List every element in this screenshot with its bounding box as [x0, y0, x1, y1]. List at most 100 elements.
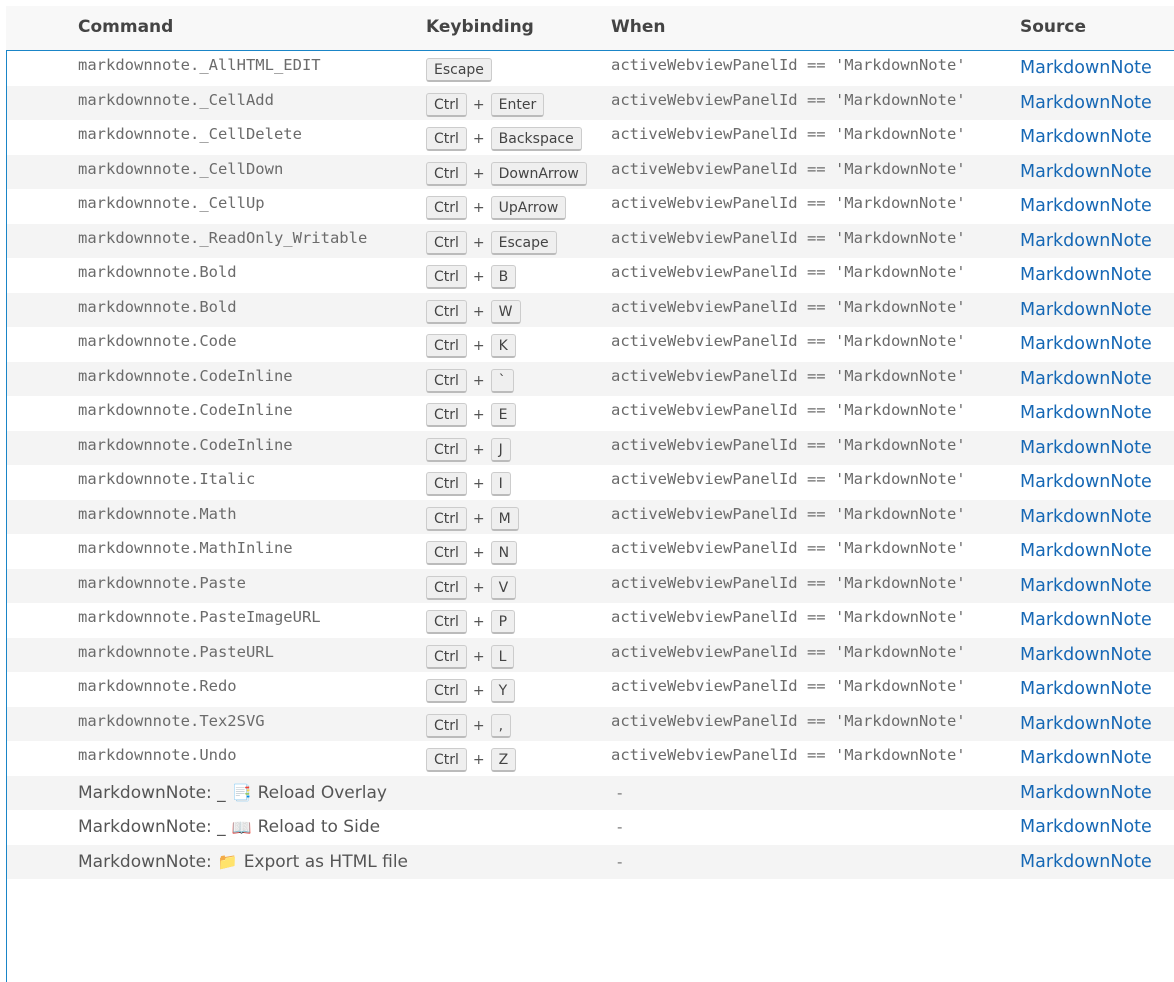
key-separator: + [472, 717, 485, 734]
table-row[interactable]: markdownnote.Paste Ctrl + V activeWebviewPan… [7, 568, 1174, 604]
command-cell: markdownnote.PasteURL [78, 638, 274, 673]
key-cap: Ctrl [426, 265, 467, 290]
table-row[interactable]: MarkdownNote: _ 📑 Reload Overlay - MarkdownN… [7, 775, 1174, 810]
source-link[interactable]: MarkdownNote [1020, 817, 1152, 837]
source-link[interactable]: MarkdownNote [1020, 438, 1152, 458]
table-row[interactable]: markdownnote.Redo Ctrl + YactiveWebviewPane… [7, 672, 1174, 707]
key-separator: + [472, 648, 485, 665]
key-separator: + [472, 234, 485, 251]
table-row[interactable]: markdownnote.Code Ctrl + KactiveWebviewPane… [7, 327, 1174, 362]
when-clause: activeWebviewPanelId == 'MarkdownNote' [611, 366, 966, 385]
table-row[interactable]: markdownnote._CellDelete Ctrl + Backspace ac… [7, 120, 1174, 155]
source-cell: MarkdownNote [1020, 845, 1152, 880]
table-row[interactable]: markdownnote.Tex2SVG Ctrl +, activeWebviewP… [7, 706, 1174, 742]
header-keybinding[interactable]: Keybinding [426, 17, 534, 37]
table-row[interactable]: markdownnote.CodeInline Ctrl + JactiveWebvi… [7, 430, 1174, 466]
when-cell: activeWebviewPanelId == 'MarkdownNote' [611, 638, 966, 673]
key-separator: + [472, 200, 485, 217]
table-row[interactable]: MarkdownNote: 📁 Export as HTML file - Markdo… [7, 844, 1174, 880]
source-cell: MarkdownNote [1020, 707, 1152, 742]
command-id: markdownnote._AllHTML_EDIT [78, 56, 321, 75]
when-cell: activeWebviewPanelId == 'MarkdownNote' [611, 258, 966, 293]
command-cell: markdownnote.Italic [78, 465, 255, 500]
table-row[interactable]: markdownnote._CellDown Ctrl + DownArrow acti… [7, 154, 1174, 189]
keybinding-cell: Ctrl + E [426, 396, 516, 431]
table-row[interactable]: markdownnote.CodeInline Ctrl + EactiveWebvi… [7, 396, 1174, 431]
source-link[interactable]: MarkdownNote [1020, 783, 1152, 803]
key-separator: + [472, 338, 485, 355]
source-link[interactable]: MarkdownNote [1020, 162, 1152, 182]
source-cell: MarkdownNote [1020, 293, 1152, 328]
table-row[interactable]: markdownnote._CellUp Ctrl + UpArrow activeWe… [7, 189, 1174, 224]
command-label: Export as HTML file [243, 851, 409, 872]
table-row[interactable]: markdownnote.Bold Ctrl + WactiveWebviewPane… [7, 292, 1174, 328]
source-link[interactable]: MarkdownNote [1020, 300, 1152, 320]
source-link[interactable]: MarkdownNote [1020, 334, 1152, 354]
when-clause: activeWebviewPanelId == 'MarkdownNote' [611, 56, 966, 75]
table-row[interactable]: markdownnote.Math Ctrl + MactiveWebviewPane… [7, 499, 1174, 535]
when-clause: activeWebviewPanelId == 'MarkdownNote' [611, 90, 966, 109]
when-cell: activeWebviewPanelId == 'MarkdownNote' [611, 431, 966, 466]
keybinding-cell: Ctrl + L [426, 638, 515, 673]
header-source[interactable]: Source [1020, 17, 1086, 37]
source-link[interactable]: MarkdownNote [1020, 472, 1152, 492]
key-cap: Ctrl [426, 437, 467, 462]
source-link[interactable]: MarkdownNote [1020, 576, 1152, 596]
table-row[interactable]: markdownnote.MathInline Ctrl + NactiveWebvi… [7, 534, 1174, 569]
source-link[interactable]: MarkdownNote [1020, 127, 1152, 147]
key-cap: B [490, 265, 517, 290]
table-row[interactable]: markdownnote._AllHTML_EDIT Escape activeWe… [7, 51, 1174, 86]
source-link[interactable]: MarkdownNote [1020, 196, 1152, 216]
source-link[interactable]: MarkdownNote [1020, 852, 1152, 872]
source-link[interactable]: MarkdownNote [1020, 714, 1152, 734]
when-cell: activeWebviewPanelId == 'MarkdownNote' [611, 569, 966, 604]
command-id: markdownnote._CellAdd [78, 90, 274, 109]
table-row[interactable]: markdownnote._CellAdd Ctrl + Enter activeWeb… [7, 85, 1174, 121]
source-link[interactable]: MarkdownNote [1020, 403, 1152, 423]
source-link[interactable]: MarkdownNote [1020, 541, 1152, 561]
command-cell: markdownnote._AllHTML_EDIT [78, 51, 321, 86]
table-row[interactable]: markdownnote.CodeInline Ctrl + ` activeWebvi… [7, 361, 1174, 397]
source-link[interactable]: MarkdownNote [1020, 93, 1152, 113]
when-cell: activeWebviewPanelId == 'MarkdownNote' [611, 51, 966, 86]
source-link[interactable]: MarkdownNote [1020, 645, 1152, 665]
command-id: markdownnote.Paste [78, 573, 246, 592]
when-clause: - [617, 818, 623, 837]
header-when[interactable]: When [611, 17, 666, 37]
table-row[interactable]: markdownnote.Bold Ctrl + BactiveWebviewPane… [7, 258, 1174, 293]
keybinding-cell: Ctrl + W [426, 293, 521, 328]
keybinding-cell: Ctrl + V [426, 569, 517, 604]
key-separator: + [472, 96, 485, 113]
command-label: Reload to Side [257, 817, 381, 838]
source-link[interactable]: MarkdownNote [1020, 610, 1152, 630]
table-row[interactable]: MarkdownNote: _ 📖 Reload to Side - MarkdownN… [7, 810, 1174, 845]
table-row[interactable]: markdownnote.PasteURL Ctrl + L activeWebview… [7, 637, 1174, 673]
table-row[interactable]: markdownnote._ReadOnly_Writable Ctrl + Esca… [7, 223, 1174, 258]
source-link[interactable]: MarkdownNote [1020, 265, 1152, 285]
key-cap: Ctrl [426, 196, 467, 221]
when-cell: - [611, 845, 622, 880]
keybinding-cell: Ctrl + ` [426, 362, 514, 397]
when-cell: activeWebviewPanelId == 'MarkdownNote' [611, 189, 966, 224]
table-row[interactable]: markdownnote.Undo Ctrl + ZactiveWebviewPane… [7, 741, 1174, 776]
command-cell: markdownnote.PasteImageURL [78, 603, 321, 638]
source-link[interactable]: MarkdownNote [1020, 507, 1152, 527]
source-link[interactable]: MarkdownNote [1020, 369, 1152, 389]
key-cap: , [490, 713, 512, 738]
table-row[interactable]: markdownnote.Italic Ctrl + IactiveWebviewPa… [7, 465, 1174, 500]
keybinding-cell: Ctrl + M [426, 500, 519, 535]
source-link[interactable]: MarkdownNote [1020, 679, 1152, 699]
source-link[interactable]: MarkdownNote [1020, 748, 1152, 768]
key-separator: + [472, 131, 485, 148]
key-cap: Ctrl [426, 92, 467, 117]
command-id: markdownnote._CellUp [78, 194, 265, 213]
source-cell: MarkdownNote [1020, 258, 1152, 293]
when-clause: activeWebviewPanelId == 'MarkdownNote' [611, 332, 966, 351]
table-row[interactable]: markdownnote.PasteImageURL Ctrl + PactiveWe… [7, 603, 1174, 638]
source-link[interactable]: MarkdownNote [1020, 58, 1152, 78]
command-cell: markdownnote.Code [78, 327, 237, 362]
header-command[interactable]: Command [78, 17, 173, 37]
source-link[interactable]: MarkdownNote [1020, 231, 1152, 251]
source-cell: MarkdownNote [1020, 362, 1152, 397]
when-cell: activeWebviewPanelId == 'MarkdownNote' [611, 86, 966, 121]
